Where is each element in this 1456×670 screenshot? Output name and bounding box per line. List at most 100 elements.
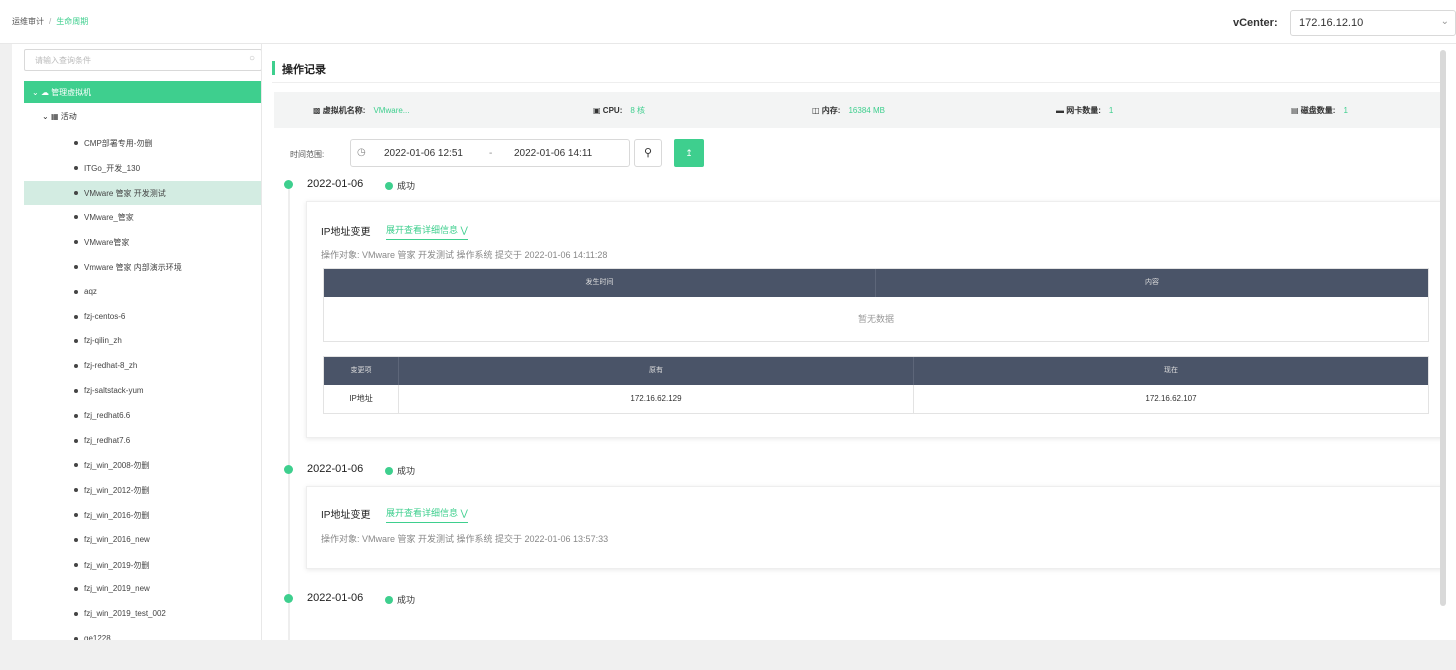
success-icon <box>385 467 393 475</box>
sidebar-vm-label: fzj_win_2019-勿删 <box>84 560 150 570</box>
sidebar-vm-item[interactable]: fzj_win_2012-勿删 <box>24 478 261 502</box>
tree-root[interactable]: ⌄ ☁ 管理虚拟机 <box>24 81 261 103</box>
breadcrumb-parent[interactable]: 运维审计 <box>12 17 44 26</box>
record-card: IP地址变更 展开查看详细信息 ⋁ 操作对象: VMware 管家 开发测试 操… <box>306 201 1444 438</box>
bullet-icon <box>74 612 78 617</box>
success-icon <box>385 596 393 604</box>
vcenter-select[interactable]: 172.16.12.10 ⌄ <box>1290 10 1456 36</box>
disk-value: 1 <box>1343 106 1348 115</box>
timeline-date: 2022-01-06 <box>307 178 364 190</box>
card-subtitle: 操作对象: VMware 管家 开发测试 操作系统 提交于 2022-01-06… <box>321 250 608 260</box>
table-cell: 172.16.62.107 <box>1145 394 1197 403</box>
bullet-icon <box>74 513 78 517</box>
card-title: IP地址变更 <box>321 510 371 521</box>
expand-details-link[interactable]: 展开查看详细信息 ⋁ <box>386 506 468 523</box>
status-badge: 成功 <box>385 464 415 477</box>
top-bar: 运维审计 / 生命周期 vCenter: 172.16.12.10 ⌄ <box>0 0 1456 44</box>
column-header: 变更项 <box>324 357 399 385</box>
collapse-icon[interactable]: ⌄ <box>42 112 49 121</box>
sidebar-vm-item[interactable]: fzj_win_2019_new <box>24 577 261 601</box>
nic-icon: ▬ <box>1056 106 1064 115</box>
sidebar-vm-item[interactable]: VMware管家 <box>24 230 261 254</box>
date-range-picker[interactable]: ◷ 2022-01-06 12:51 - 2022-01-06 14:11 <box>350 139 630 167</box>
chevron-down-icon: ⋁ <box>460 225 468 235</box>
vm-name-label: 虚拟机名称: <box>322 106 366 115</box>
bullet-icon <box>74 587 78 592</box>
search-button[interactable]: ⚲ <box>634 139 662 167</box>
record-card: IP地址变更 展开查看详细信息 ⋁ 操作对象: VMware 管家 开发测试 操… <box>306 486 1444 569</box>
bullet-icon <box>74 314 78 319</box>
bullet-icon <box>74 265 78 269</box>
scrollbar[interactable] <box>1440 50 1446 606</box>
sidebar-vm-label: fzj_redhat7.6 <box>84 435 131 445</box>
cloud-icon: ☁ <box>40 88 49 97</box>
timeline-dot <box>284 180 293 189</box>
vm-info-bar: ▩ 虚拟机名称: VMware... ▣ CPU: 8 核 ◫ 内存: 16384 M… <box>274 92 1444 128</box>
sidebar-vm-label: VMware管家 <box>84 238 130 248</box>
expand-details-link[interactable]: 展开查看详细信息 ⋁ <box>386 223 468 240</box>
bullet-icon <box>74 537 78 542</box>
breadcrumb-current: 生命周期 <box>56 17 89 26</box>
cpu-label: CPU: <box>602 106 623 115</box>
sidebar-vm-item[interactable]: VMware_管家 <box>24 205 261 229</box>
sidebar-vm-item[interactable]: fzj-saltstack-yum <box>24 379 261 403</box>
sidebar-vm-label: fzj_win_2019_new <box>84 584 150 594</box>
sidebar-vm-label: Vmware 管家 内部演示环境 <box>84 263 182 272</box>
bullet-icon <box>74 438 78 443</box>
export-button[interactable]: ↥ <box>674 139 704 167</box>
sidebar-vm-item[interactable]: fzj_win_2019-勿删 <box>24 553 261 577</box>
sidebar-vm-item[interactable]: fzj_win_2016_new <box>24 528 261 552</box>
sidebar-vm-item[interactable]: fzj_win_2016-勿删 <box>24 503 261 527</box>
sidebar-vm-item[interactable]: fzj-qilin_zh <box>24 329 261 353</box>
status-text: 成功 <box>397 466 416 476</box>
sidebar: 请输入查询条件 ○ ⌄ ☁ 管理虚拟机 ⌄ ▦ 活动 CMP部署专用-勿删 ITG… <box>12 44 262 640</box>
nic-label: 网卡数量: <box>1066 106 1101 115</box>
sidebar-vm-item[interactable]: ge1228 <box>24 627 261 640</box>
sidebar-vm-label: VMware_管家 <box>84 213 134 223</box>
search-placeholder: 请输入查询条件 <box>35 56 91 65</box>
table-cell: 172.16.62.129 <box>399 385 914 413</box>
sidebar-search-input[interactable]: 请输入查询条件 ○ <box>24 49 261 71</box>
tree-group-active[interactable]: ⌄ ▦ 活动 <box>42 111 77 122</box>
sidebar-vm-label: VMware 管家 开发测试 <box>84 188 166 198</box>
sidebar-vm-label: aqz <box>84 286 97 296</box>
table-header: 变更项 原有 现在 <box>324 357 1428 385</box>
vm-name-value: VMware... <box>373 106 410 115</box>
table-row: IP地址 172.16.62.129 172.16.62.107 <box>324 385 1428 413</box>
timeline-line <box>288 184 290 640</box>
status-badge: 成功 <box>385 593 415 606</box>
expand-label: 展开查看详细信息 <box>386 508 459 518</box>
memory-value: 16384 MB <box>848 106 885 115</box>
sidebar-vm-item[interactable]: fzj_win_2019_test_002 <box>24 602 261 626</box>
sidebar-vm-item[interactable]: ITGo_开发_130 <box>24 156 261 180</box>
start-date[interactable]: 2022-01-06 12:51 <box>384 148 463 159</box>
sidebar-vm-item[interactable]: VMware 管家 开发测试 <box>24 180 261 205</box>
disk-icon: ▤ <box>1291 106 1299 115</box>
status-badge: 成功 <box>385 179 415 192</box>
vm-icon: ▩ <box>313 106 321 115</box>
sidebar-vm-item[interactable]: fzj_redhat6.6 <box>24 404 261 428</box>
empty-state: 暂无数据 <box>857 314 894 324</box>
sidebar-vm-item[interactable]: fzj_redhat7.6 <box>24 429 261 453</box>
clock-icon: ◷ <box>357 147 366 158</box>
search-icon[interactable]: ○ <box>249 53 255 64</box>
bullet-icon <box>74 165 78 170</box>
bullet-icon <box>74 364 78 369</box>
success-icon <box>385 182 393 190</box>
vm-name-info: ▩ 虚拟机名称: VMware... <box>313 105 409 116</box>
sidebar-vm-item[interactable]: Vmware 管家 内部演示环境 <box>24 255 261 279</box>
sidebar-vm-item[interactable]: fzj_win_2008-勿删 <box>24 453 261 477</box>
cpu-icon: ▣ <box>593 106 601 115</box>
collapse-icon[interactable]: ⌄ <box>32 88 39 97</box>
changes-table: 变更项 原有 现在 IP地址 172.16.62.129 172.16.62.1… <box>323 356 1429 414</box>
disk-info: ▤ 磁盘数量: 1 <box>1291 105 1348 116</box>
vcenter-label: vCenter: <box>1233 17 1278 29</box>
sidebar-vm-label: fzj_win_2016-勿删 <box>84 511 150 520</box>
page-title: 操作记录 <box>272 61 326 76</box>
sidebar-vm-item[interactable]: fzj-redhat-8_zh <box>24 354 261 378</box>
sidebar-vm-item[interactable]: fzj-centos-6 <box>24 305 261 329</box>
end-date[interactable]: 2022-01-06 14:11 <box>514 148 592 159</box>
main-panel: 操作记录 ▩ 虚拟机名称: VMware... ▣ CPU: 8 核 ◫ 内存: 16… <box>272 44 1444 640</box>
sidebar-vm-item[interactable]: CMP部署专用-勿删 <box>24 131 261 155</box>
sidebar-vm-item[interactable]: aqz <box>24 280 261 304</box>
